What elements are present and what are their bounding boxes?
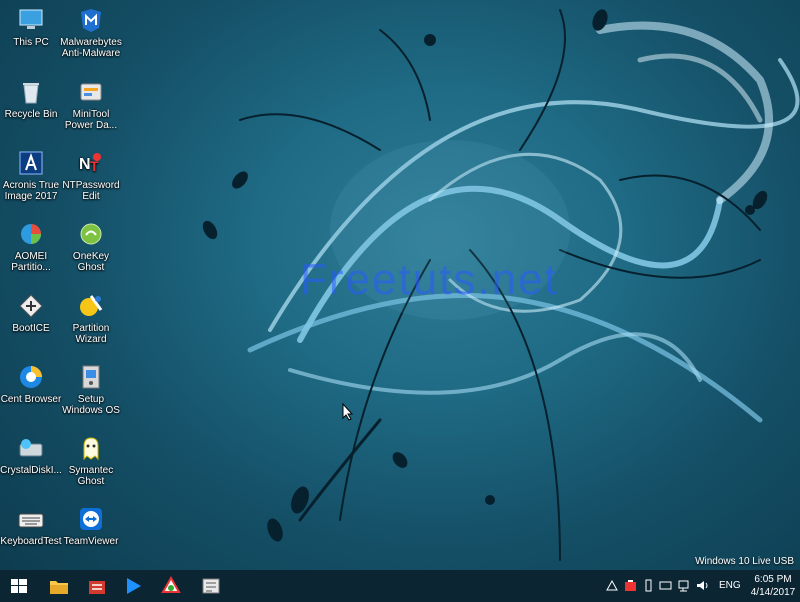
clock[interactable]: 6:05 PM 4/14/2017 bbox=[748, 573, 798, 599]
start-icon[interactable] bbox=[6, 574, 32, 598]
desktop-icon-symantec-ghost[interactable]: Symantec Ghost bbox=[60, 434, 122, 498]
icon-label: Cent Browser bbox=[0, 394, 62, 405]
icon-label: NTPassword Edit bbox=[62, 180, 120, 202]
desktop-icon-setup-windows[interactable]: Setup Windows OS bbox=[60, 363, 122, 427]
clock-date: 4/14/2017 bbox=[750, 587, 796, 598]
keyboard-tray-icon[interactable] bbox=[659, 579, 672, 592]
recycle-bin-icon bbox=[23, 83, 39, 104]
taskbar: ENG 6:05 PM 4/14/2017 bbox=[0, 570, 800, 602]
desktop-icon-cent-browser[interactable]: Cent Browser bbox=[0, 363, 62, 427]
mouse-cursor-icon bbox=[342, 403, 354, 421]
volume-icon[interactable] bbox=[696, 579, 709, 592]
desktop-icon-keyboardtest[interactable]: KeyboardTest bbox=[0, 505, 62, 569]
icon-label: BootICE bbox=[12, 323, 50, 334]
icon-label: AOMEI Partitio... bbox=[11, 251, 51, 273]
desktop-icon-this-pc[interactable]: This PC bbox=[0, 6, 62, 70]
usb-icon[interactable] bbox=[642, 579, 655, 592]
icon-label: Setup Windows OS bbox=[62, 394, 120, 416]
icon-label: Partition Wizard bbox=[72, 323, 110, 345]
network-icon[interactable] bbox=[677, 579, 690, 592]
icon-label: Malwarebytes Anti-Malware bbox=[60, 37, 122, 59]
network-share-icon[interactable] bbox=[606, 579, 619, 592]
symantec-ghost-icon bbox=[83, 437, 99, 461]
icon-label: Acronis True Image 2017 bbox=[2, 180, 60, 202]
setup-windows-icon bbox=[82, 365, 100, 389]
desktop-icon-crystaldisk[interactable]: CrystalDiskI... bbox=[0, 434, 62, 498]
minitool-icon bbox=[80, 83, 102, 101]
teamviewer-icon bbox=[80, 508, 102, 530]
toolbox-tray-icon[interactable] bbox=[624, 579, 637, 592]
ntpassword-icon: N T bbox=[79, 153, 101, 174]
malwarebytes-icon bbox=[81, 9, 101, 32]
media-player-icon[interactable] bbox=[120, 574, 146, 598]
acronis-icon bbox=[19, 151, 43, 175]
desktop-icon-ntpassword[interactable]: N T NTPassword Edit bbox=[60, 149, 122, 213]
toolbox-icon[interactable] bbox=[84, 574, 110, 598]
crystaldisk-icon bbox=[19, 439, 43, 457]
language-bar-icon[interactable] bbox=[198, 574, 224, 598]
desktop-icon-aomei[interactable]: AOMEI Partitio... bbox=[0, 220, 62, 284]
watermark-text: Freetuts.net bbox=[300, 255, 559, 304]
app-icon[interactable] bbox=[158, 574, 184, 598]
os-version-label: Windows 10 Live USB bbox=[695, 556, 794, 567]
bootice-icon bbox=[19, 294, 43, 318]
desktop-icon-malwarebytes[interactable]: Malwarebytes Anti-Malware bbox=[60, 6, 122, 70]
desktop-icon-bootice[interactable]: BootICE bbox=[0, 292, 62, 356]
desktop-icon-teamviewer[interactable]: TeamViewer bbox=[60, 505, 122, 569]
desktop-icon-recycle-bin[interactable]: Recycle Bin bbox=[0, 78, 62, 142]
icon-label: This PC bbox=[13, 37, 49, 48]
icon-label: KeyboardTest bbox=[0, 536, 62, 547]
language-indicator[interactable]: ENG bbox=[719, 580, 741, 591]
desktop-icon-partition-wizard[interactable]: Partition Wizard bbox=[60, 292, 122, 356]
partition-wizard-icon bbox=[80, 295, 103, 316]
this-pc-icon bbox=[19, 9, 43, 29]
icon-label: Symantec Ghost bbox=[68, 465, 114, 487]
svg-text:N: N bbox=[79, 156, 91, 173]
icon-label: TeamViewer bbox=[63, 536, 119, 547]
cent-browser-icon bbox=[20, 366, 42, 388]
desktop-icon-onekey-ghost[interactable]: OneKey Ghost bbox=[60, 220, 122, 284]
icon-label: CrystalDiskI... bbox=[0, 465, 62, 476]
desktop-icon-minitool[interactable]: MiniTool Power Da... bbox=[60, 78, 122, 142]
aomei-icon bbox=[21, 224, 41, 244]
icon-label: OneKey Ghost bbox=[72, 251, 110, 273]
onekey-ghost-icon bbox=[80, 223, 102, 245]
keyboard-icon bbox=[18, 513, 44, 528]
icon-label: Recycle Bin bbox=[4, 109, 58, 120]
clock-time: 6:05 PM bbox=[754, 574, 792, 585]
icon-label: MiniTool Power Da... bbox=[64, 109, 118, 131]
desktop-icon-acronis[interactable]: Acronis True Image 2017 bbox=[0, 149, 62, 213]
file-explorer-icon[interactable] bbox=[46, 574, 72, 598]
